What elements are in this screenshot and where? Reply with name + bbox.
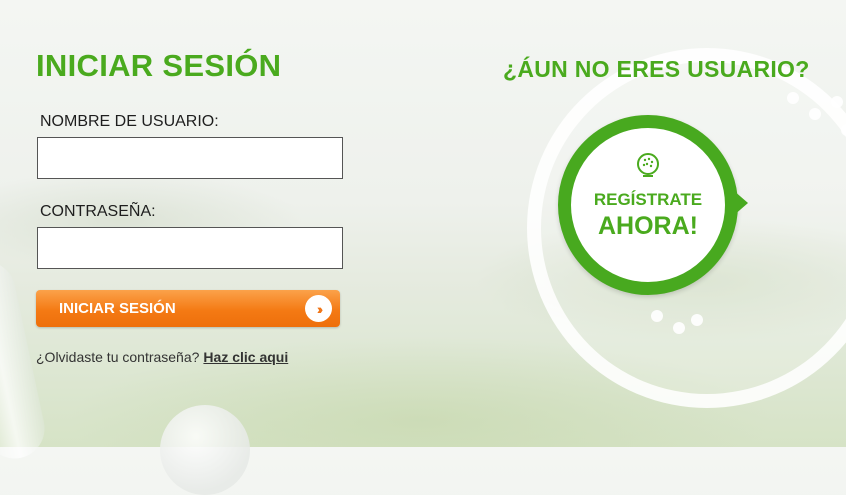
badge-pointer-decoration (733, 190, 748, 216)
forgot-password-link[interactable]: Haz clic aqui (203, 349, 288, 365)
ball-dimple (841, 124, 846, 136)
register-title: ¿ÁUN NO ERES USUARIO? (503, 56, 810, 82)
ball-dimple (691, 314, 703, 326)
forgot-password-row: ¿Olvidaste tu contraseña? Haz clic aqui (36, 349, 288, 365)
golf-ball-decoration (160, 405, 250, 495)
login-submit-label: INICIAR SESIÓN (59, 300, 176, 317)
ball-dimple (831, 96, 843, 108)
username-label: NOMBRE DE USUARIO: (40, 113, 219, 130)
login-submit-button[interactable]: INICIAR SESIÓN ›› (36, 290, 340, 327)
register-badge-line1: REGÍSTRATE (593, 190, 703, 209)
double-chevron-right-icon: ›› (305, 295, 332, 322)
login-title: INICIAR SESIÓN (36, 48, 282, 83)
ball-dimple (787, 92, 799, 104)
golf-ball-icon (637, 153, 659, 177)
username-input[interactable] (37, 137, 343, 179)
password-label: CONTRASEÑA: (40, 203, 156, 220)
register-now-button[interactable]: REGÍSTRATE AHORA! (558, 115, 738, 295)
password-input[interactable] (37, 227, 343, 269)
forgot-password-text: ¿Olvidaste tu contraseña? (36, 349, 200, 365)
ball-dimple (651, 310, 663, 322)
ball-dimple (809, 108, 821, 120)
ball-dimple (673, 322, 685, 334)
register-badge-line2: AHORA! (598, 212, 698, 240)
